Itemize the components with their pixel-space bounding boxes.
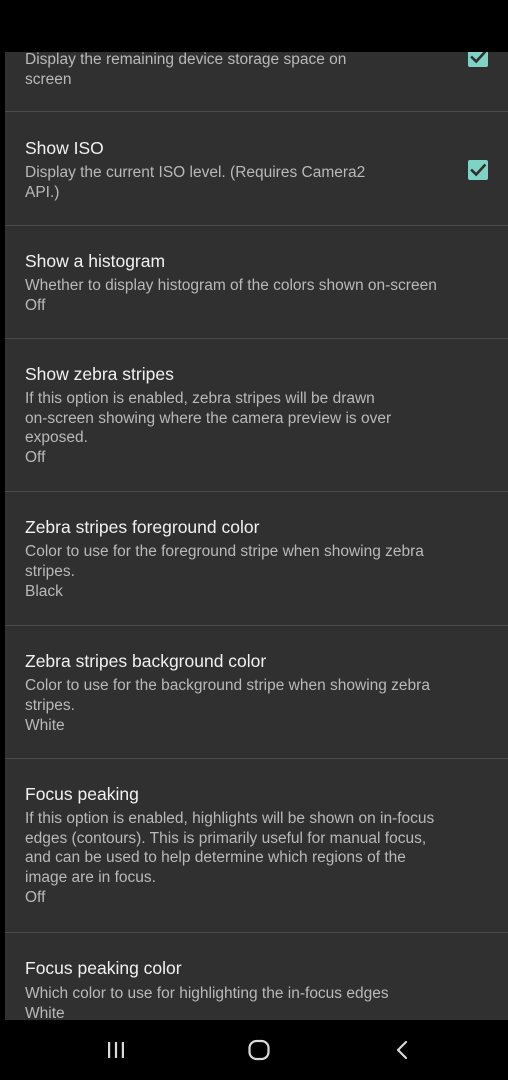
summary-line: exposed. — [25, 429, 88, 446]
recent-apps-icon — [108, 1042, 124, 1058]
status-bar — [0, 0, 508, 52]
setting-focus-peaking-color[interactable]: Focus peaking color Which color to use f… — [5, 933, 508, 1020]
summary-line: If this option is enabled, zebra stripes… — [25, 390, 375, 407]
setting-summary: Color to use for the background stripe w… — [25, 676, 430, 715]
setting-summary: If this option is enabled, zebra stripes… — [25, 389, 391, 448]
summary-line: Display the current ISO level. (Requires… — [25, 164, 366, 181]
summary-line: stripes. — [25, 696, 75, 714]
settings-list[interactable]: Display the remaining device storage spa… — [5, 52, 508, 1020]
setting-value: White — [25, 717, 65, 734]
summary-line: screen — [25, 70, 72, 88]
setting-value: Off — [25, 889, 46, 906]
summary-line: If this option is enabled, highlights wi… — [25, 810, 435, 827]
setting-show-histogram[interactable]: Show a histogram Whether to display hist… — [5, 226, 508, 339]
setting-summary: Whether to display histogram of the colo… — [25, 276, 437, 296]
checkmark-icon — [470, 163, 487, 177]
summary-line: image are in focus. — [25, 868, 156, 886]
navigation-bar — [0, 1020, 508, 1080]
summary-line: stripes. — [25, 562, 75, 580]
setting-show-free-storage[interactable]: Display the remaining device storage spa… — [5, 52, 508, 112]
summary-line: edges (contours). This is primarily usef… — [25, 829, 427, 847]
summary-line: Color to use for the background stripe w… — [25, 677, 430, 694]
summary-line: API.) — [25, 183, 60, 201]
setting-show-iso[interactable]: Show ISO Display the current ISO level. … — [5, 112, 508, 226]
setting-value: Black — [25, 583, 63, 600]
setting-summary: If this option is enabled, highlights wi… — [25, 809, 434, 887]
setting-title: Show a histogram — [25, 251, 166, 271]
setting-title: Focus peaking color — [25, 958, 182, 978]
setting-value: White — [25, 1005, 65, 1020]
back-icon — [396, 1040, 408, 1060]
setting-value: Off — [25, 449, 46, 466]
setting-title: Zebra stripes background color — [25, 651, 267, 671]
setting-show-zebra-stripes[interactable]: Show zebra stripes If this option is ena… — [5, 339, 508, 492]
checkmark-icon — [470, 52, 487, 64]
summary-line: Whether to display histogram of the colo… — [25, 277, 437, 294]
setting-title: Show ISO — [25, 138, 104, 158]
summary-line: and can be used to help determine which … — [25, 849, 406, 866]
summary-line: on-screen showing where the camera previ… — [25, 409, 392, 427]
setting-zebra-background-color[interactable]: Zebra stripes background color Color to … — [5, 626, 508, 759]
back-button[interactable] — [380, 1034, 424, 1066]
setting-zebra-foreground-color[interactable]: Zebra stripes foreground color Color to … — [5, 492, 508, 626]
setting-summary: Display the remaining device storage spa… — [25, 52, 346, 89]
recent-apps-button[interactable] — [94, 1034, 138, 1066]
home-button[interactable] — [237, 1034, 281, 1066]
setting-title: Show zebra stripes — [25, 364, 174, 384]
checkbox-checked[interactable] — [468, 52, 488, 67]
home-icon — [248, 1039, 270, 1061]
checkbox-checked[interactable] — [468, 160, 488, 180]
summary-line: Display the remaining device storage spa… — [25, 52, 347, 68]
setting-summary: Color to use for the foreground stripe w… — [25, 542, 424, 581]
summary-line: Which color to use for highlighting the … — [25, 985, 389, 1002]
setting-focus-peaking[interactable]: Focus peaking If this option is enabled,… — [5, 759, 508, 933]
summary-line: Color to use for the foreground stripe w… — [25, 543, 424, 560]
screen: Display the remaining device storage spa… — [0, 0, 508, 1080]
setting-summary: Which color to use for highlighting the … — [25, 984, 389, 1004]
setting-summary: Display the current ISO level. (Requires… — [25, 163, 365, 202]
setting-title: Zebra stripes foreground color — [25, 517, 260, 537]
setting-value: Off — [25, 297, 46, 314]
setting-title: Focus peaking — [25, 784, 139, 804]
